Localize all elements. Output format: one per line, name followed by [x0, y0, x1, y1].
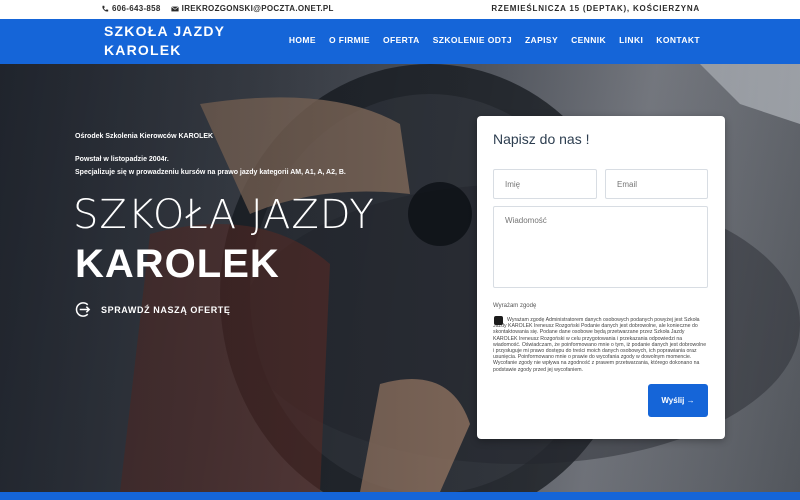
top-bar: 606-643-858 IREKROZGONSKI@POCZTA.ONET.PL… [0, 0, 800, 19]
main-nav: HOME O FIRMIE OFERTA SZKOLENIE ODTJ ZAPI… [289, 35, 700, 45]
consent-text: Wyrażam zgodę Administratorem danych oso… [493, 317, 707, 373]
consent-checkbox[interactable] [494, 316, 503, 325]
envelope-icon [170, 5, 179, 11]
phone-number: 606-643-858 [112, 4, 161, 13]
consent-label: Wyrażam zgodę [493, 303, 537, 309]
nav-zapisy[interactable]: ZAPISY [525, 35, 558, 45]
name-input[interactable] [493, 169, 597, 199]
message-textarea[interactable] [493, 206, 708, 288]
email-link[interactable]: IREKROZGONSKI@POCZTA.ONET.PL [170, 4, 334, 13]
nav-kontakt[interactable]: KONTAKT [656, 35, 700, 45]
phone-icon [102, 5, 109, 12]
nav-cennik[interactable]: CENNIK [571, 35, 606, 45]
nav-home[interactable]: HOME [289, 35, 316, 45]
address-text: RZEMIEŚLNICZA 15 (DEPTAK), KOŚCIERZYNA [491, 4, 700, 13]
nav-o-firmie[interactable]: O FIRMIE [329, 35, 370, 45]
site-logo[interactable]: SZKOŁA JAZDY KAROLEK [104, 22, 254, 60]
hero-intro: Ośrodek Szkolenia Kierowców KAROLEK Pows… [75, 131, 346, 190]
form-title: Napisz do nas ! [493, 131, 590, 147]
bottom-strip [0, 492, 800, 500]
intro-line-3: Specjalizuje się w prowadzeniu kursów na… [75, 169, 346, 176]
hero-title-light: SZKOŁA JAZDY [73, 192, 375, 238]
email-address: IREKROZGONSKI@POCZTA.ONET.PL [181, 4, 334, 13]
intro-line-2: Powstał w listopadzie 2004r. [75, 156, 169, 163]
phone-link[interactable]: 606-643-858 [101, 4, 161, 13]
nav-oferta[interactable]: OFERTA [383, 35, 420, 45]
cta-link[interactable]: SPRAWDŹ NASZĄ OFERTĘ [75, 301, 231, 318]
contact-info: 606-643-858 IREKROZGONSKI@POCZTA.ONET.PL [101, 4, 334, 13]
intro-line-1: Ośrodek Szkolenia Kierowców KAROLEK [75, 133, 214, 140]
email-input[interactable] [605, 169, 708, 199]
nav-linki[interactable]: LINKI [619, 35, 643, 45]
nav-szkolenie-odtj[interactable]: SZKOLENIE ODTJ [433, 35, 512, 45]
submit-button[interactable]: Wyślij → [648, 384, 708, 417]
hero-title-bold: KAROLEK [75, 242, 280, 286]
cta-label: SPRAWDŹ NASZĄ OFERTĘ [101, 304, 231, 315]
site-header: SZKOŁA JAZDY KAROLEK HOME O FIRMIE OFERT… [0, 19, 800, 64]
contact-form-card: Napisz do nas ! Wyrażam zgodę Wyrażam zg… [477, 116, 725, 439]
arrow-circle-icon [75, 302, 91, 317]
